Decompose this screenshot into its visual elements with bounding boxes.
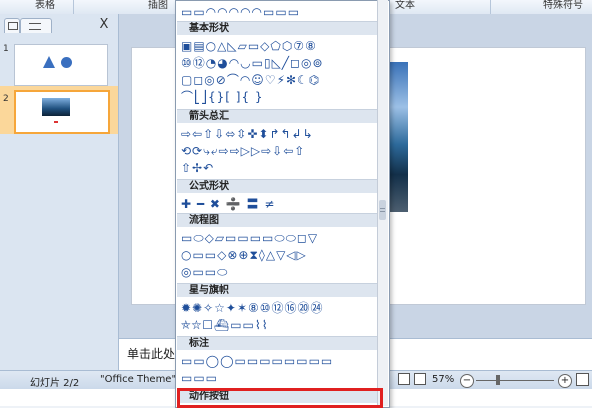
zoom-slider-thumb[interactable]	[496, 375, 500, 385]
section-header: 星与旗帜	[177, 283, 377, 297]
circle-shape-icon	[61, 57, 72, 68]
slides-panel: X 1 2	[0, 14, 119, 370]
highlight-box	[177, 388, 383, 408]
triangle-shape-icon	[43, 56, 55, 68]
shape-row[interactable]: ○▭▭◇⊗⊕⧗◊△▽◁▷	[181, 248, 307, 262]
slide-number: 2	[3, 94, 9, 104]
shape-row[interactable]: ⟲⟳⤷⤶⇨⇨▷▷⇨⇩⇦⇧	[181, 144, 305, 158]
reading-view-icon[interactable]	[414, 373, 426, 385]
section-header: 箭头总汇	[177, 109, 377, 123]
shape-row[interactable]: ⛤⛥☐⛴▭▭⌇⌇	[181, 318, 269, 332]
zoom-in-icon[interactable]: +	[558, 374, 572, 388]
ribbon-group-table[interactable]: 表格	[20, 0, 70, 14]
slide-counter: 幻灯片 2/2	[30, 378, 80, 389]
shape-row[interactable]: ▭▭▭	[181, 371, 218, 385]
grip-icon	[380, 211, 385, 212]
slide-number: 1	[3, 44, 9, 54]
shape-row[interactable]: ✹✺✧☆✦✶⑧⑩⑫⑯⑳㉔	[181, 301, 324, 315]
shape-row[interactable]: ⇨⇦⇧⇩⬄⇳✜⬍↱↰↲↳	[181, 127, 314, 141]
shape-row[interactable]: ✚ ━ ✖ ➗ 〓 ≠	[181, 197, 275, 211]
shape-row[interactable]: ◎▭▭⬭	[181, 265, 228, 279]
thumbnail-mark	[54, 121, 58, 123]
theme-name: "Office Theme"	[100, 374, 177, 385]
fit-to-window-icon[interactable]	[576, 373, 589, 386]
ribbon-group-symbols[interactable]: 特殊符号	[534, 0, 592, 14]
section-header: 基本形状	[177, 21, 377, 35]
outline-icon	[29, 23, 41, 30]
grip-icon	[380, 208, 385, 209]
ribbon-group-text[interactable]: 文本	[390, 0, 420, 14]
shape-row[interactable]: ▢◻◎⊘⌒◠☺♡⚡✻☾⌬	[181, 73, 320, 87]
shape-row[interactable]: ▣▤○△◺▱▭◇⬠⬡⑦⑧	[181, 39, 317, 53]
zoom-out-icon[interactable]: −	[460, 374, 474, 388]
section-header: 标注	[177, 336, 377, 350]
section-header: 公式形状	[177, 179, 377, 193]
gallery-scrollbar[interactable]	[377, 0, 388, 406]
scrollbar-thumb[interactable]	[379, 200, 386, 220]
slides-icon	[8, 22, 18, 30]
close-panel-button[interactable]: X	[96, 17, 112, 33]
shape-row[interactable]: ▭▭◠◠◠◠◠▭▭▭	[181, 5, 300, 19]
notes-placeholder: 单击此处	[127, 347, 176, 361]
ribbon-group-illustrations[interactable]: 插图	[138, 0, 178, 14]
zoom-level[interactable]: 57%	[432, 374, 454, 385]
shape-row[interactable]: ⇧✢↶	[181, 161, 214, 175]
ribbon-separator	[490, 0, 491, 14]
zoom-slider-track[interactable]	[476, 380, 554, 381]
shape-row[interactable]: ▭⬭◇▱▭▭▭▭⬭⬭◻▽	[181, 231, 318, 245]
shapes-gallery[interactable]: ▭▭◠◠◠◠◠▭▭▭ 基本形状 ▣▤○△◺▱▭◇⬠⬡⑦⑧ ⑩⑫◔◕◠◡▭▯◺╱◻…	[175, 0, 390, 408]
slide-thumbnail-1[interactable]	[14, 44, 108, 86]
picture-thumbnail	[42, 98, 70, 116]
shape-row[interactable]: ⑩⑫◔◕◠◡▭▯◺╱◻◎⊚	[181, 56, 324, 70]
tab-slides[interactable]	[4, 18, 20, 33]
tab-outline[interactable]	[20, 18, 52, 33]
ribbon-separator	[73, 0, 74, 14]
shape-row[interactable]: ⌒⎣⎦{}[ ]{ }	[181, 90, 264, 104]
slide-thumbnail-2[interactable]	[14, 90, 110, 134]
section-header: 流程图	[177, 213, 377, 227]
shape-row[interactable]: ▭▭◯◯▭▭▭▭▭▭▭▭	[181, 354, 333, 368]
slide-sorter-view-icon[interactable]	[398, 373, 410, 385]
